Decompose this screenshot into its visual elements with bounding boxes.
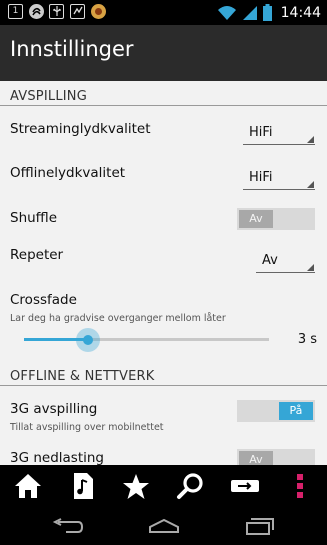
crossfade-slider[interactable] bbox=[24, 338, 269, 341]
dropdown-value: Av bbox=[262, 253, 278, 268]
back-icon[interactable] bbox=[50, 514, 86, 538]
dropdown-value: HiFi bbox=[249, 170, 273, 185]
3g-download-toggle[interactable]: Av bbox=[237, 449, 315, 465]
shuffle-toggle[interactable]: Av bbox=[237, 208, 315, 230]
pref-subtitle: Lar deg ha gradvise overganger mellom lå… bbox=[10, 313, 226, 324]
home-icon[interactable] bbox=[13, 471, 43, 501]
page-title: Innstillinger bbox=[10, 37, 134, 61]
repeat-dropdown[interactable]: Av bbox=[256, 249, 315, 273]
now-playing-icon[interactable] bbox=[230, 471, 260, 501]
offline-quality-dropdown[interactable]: HiFi bbox=[243, 166, 315, 190]
dropdown-arrow-icon bbox=[307, 264, 314, 271]
toggle-knob: Av bbox=[239, 451, 273, 465]
section-divider bbox=[0, 385, 327, 386]
crossfade-value: 3 s bbox=[297, 332, 317, 347]
pref-title: Crossfade bbox=[10, 292, 77, 308]
recents-icon[interactable] bbox=[242, 514, 278, 538]
usb-icon bbox=[49, 4, 64, 19]
pref-subtitle: Tillat avspilling over mobilnettet bbox=[10, 422, 164, 433]
notification-1-icon: 1 bbox=[8, 4, 23, 19]
dropdown-value: HiFi bbox=[249, 125, 273, 140]
pref-title: Streaminglydkvalitet bbox=[10, 121, 151, 137]
status-bar: 1 14:44 bbox=[0, 0, 327, 25]
music-note-icon[interactable] bbox=[68, 471, 98, 501]
pref-title: Offlinelydkvalitet bbox=[10, 165, 126, 181]
star-icon[interactable] bbox=[121, 471, 151, 501]
section-divider bbox=[0, 105, 327, 106]
action-bar: Innstillinger bbox=[0, 25, 327, 81]
wifi-icon bbox=[217, 5, 236, 20]
overflow-menu-icon[interactable] bbox=[285, 471, 315, 501]
section-header-offline: OFFLINE & NETTVERK bbox=[10, 369, 155, 384]
toggle-knob: På bbox=[279, 402, 313, 420]
signal-icon bbox=[242, 5, 257, 20]
home-nav-icon[interactable] bbox=[146, 514, 182, 538]
slider-thumb[interactable] bbox=[75, 328, 100, 352]
pref-title: Shuffle bbox=[10, 210, 58, 226]
system-nav-bar bbox=[0, 507, 327, 545]
pref-title: 3G avspilling bbox=[10, 401, 98, 417]
app-icon bbox=[91, 4, 106, 19]
toggle-knob: Av bbox=[239, 210, 273, 228]
3g-playback-toggle[interactable]: På bbox=[237, 400, 315, 422]
app-icon bbox=[70, 4, 85, 19]
battery-icon bbox=[262, 4, 272, 21]
streaming-quality-dropdown[interactable]: HiFi bbox=[243, 121, 315, 145]
pref-title: 3G nedlasting bbox=[10, 450, 104, 465]
dropdown-arrow-icon bbox=[307, 136, 314, 143]
pref-title: Repeter bbox=[10, 247, 64, 263]
section-header-playback: AVSPILLING bbox=[10, 89, 87, 104]
dropdown-arrow-icon bbox=[307, 181, 314, 188]
bottom-toolbar bbox=[0, 465, 327, 507]
settings-list[interactable]: AVSPILLING Streaminglydkvalitet HiFi Off… bbox=[0, 81, 327, 465]
sync-icon bbox=[29, 4, 44, 19]
search-icon[interactable] bbox=[175, 471, 205, 501]
status-time: 14:44 bbox=[280, 4, 321, 21]
